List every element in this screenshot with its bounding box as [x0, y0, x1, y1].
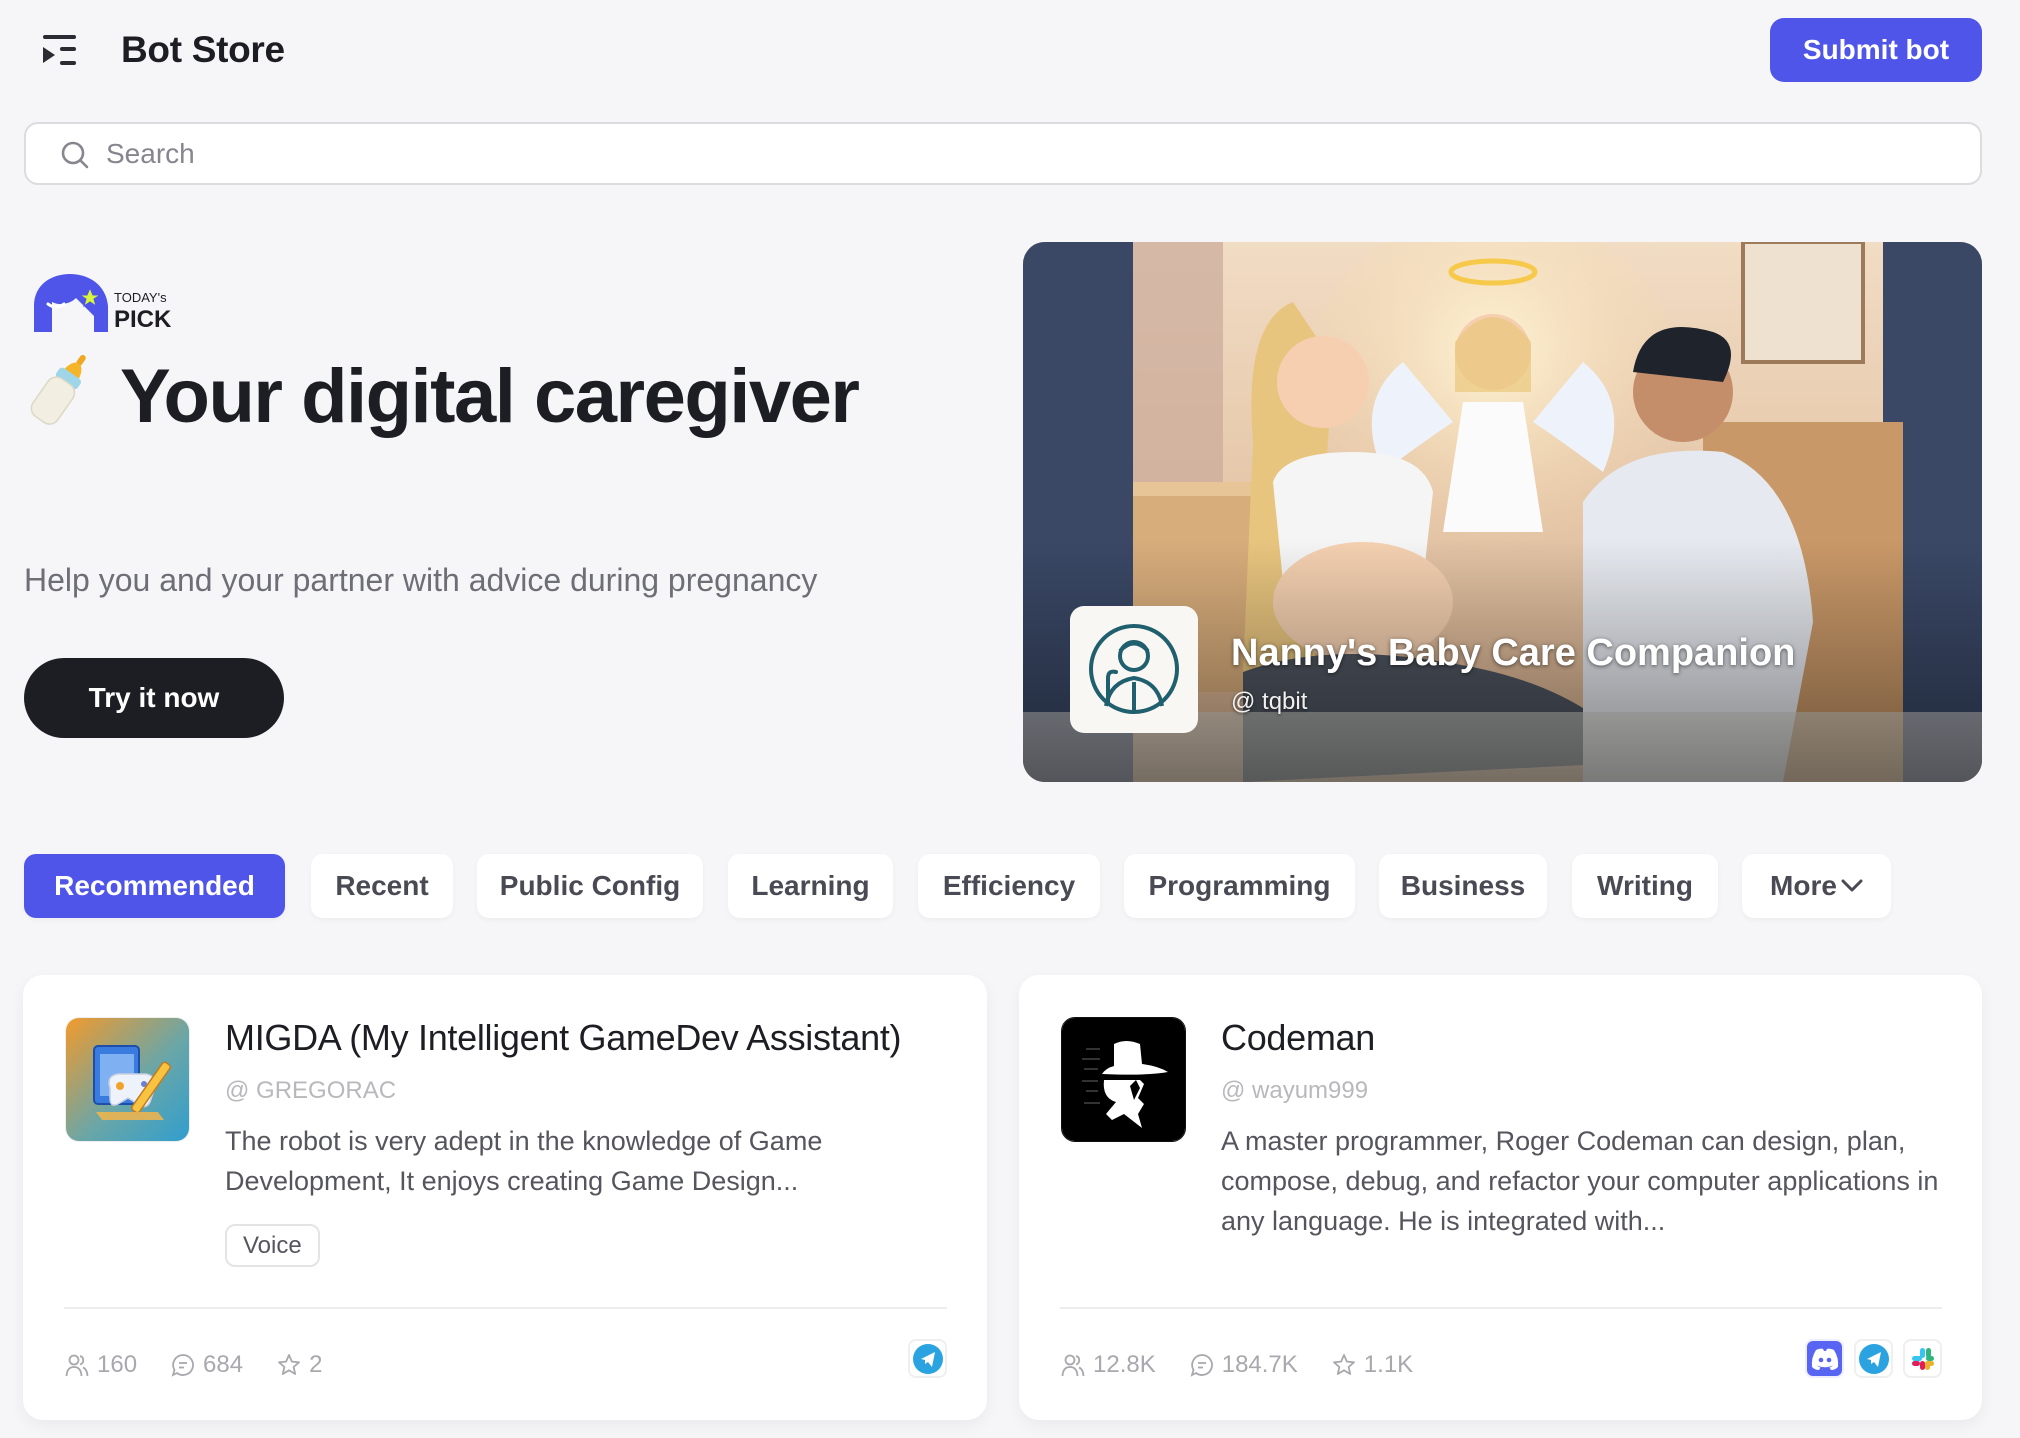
bot-stats: 12.8K 184.7K 1.1K [1061, 1349, 1447, 1381]
messages-count: 684 [203, 1351, 244, 1378]
bot-name[interactable]: Codeman [1221, 1017, 1375, 1059]
submit-bot-button[interactable]: Submit bot [1770, 18, 1982, 82]
star-icon [278, 1354, 300, 1375]
sidebar-toggle-button[interactable] [36, 30, 82, 72]
bot-platforms [908, 1339, 947, 1378]
featured-bot-handle-text: tqbit [1262, 688, 1308, 715]
try-it-now-button[interactable]: Try it now [24, 658, 284, 738]
tab-recent[interactable]: Recent [311, 854, 453, 918]
at-icon: @ [1231, 688, 1263, 715]
telegram-icon [912, 1343, 943, 1374]
telegram-icon [1858, 1343, 1889, 1374]
nanny-avatar-icon [1089, 624, 1179, 714]
stars-count: 1.1K [1363, 1351, 1414, 1378]
discord-icon [1811, 1348, 1838, 1370]
card-divider [1060, 1307, 1942, 1309]
codeman-avatar-icon [1062, 1018, 1185, 1141]
tab-more-label: More [1770, 870, 1837, 901]
users-icon [1061, 1354, 1085, 1377]
chevron-down-icon [1841, 879, 1863, 892]
messages-stat: 684 [171, 1351, 243, 1379]
at-icon: @ [225, 1077, 257, 1104]
todays-pick-line1: TODAY's [114, 290, 167, 305]
tab-public-config[interactable]: Public Config [477, 854, 703, 918]
stars-count: 2 [309, 1351, 323, 1378]
tab-business[interactable]: Business [1379, 854, 1547, 918]
tab-learning[interactable]: Learning [728, 854, 893, 918]
tab-recommended[interactable]: Recommended [24, 854, 285, 918]
bot-stats: 160 684 2 [65, 1349, 356, 1381]
tab-programming[interactable]: Programming [1124, 854, 1355, 918]
menu-expand-icon [43, 35, 76, 65]
at-icon: @ [1221, 1077, 1253, 1104]
bot-handle[interactable]: @ wayum999 [1221, 1077, 1368, 1105]
bot-handle-text: GREGORAC [256, 1077, 397, 1104]
todays-pick-logo-icon: TODAY's PICK [34, 274, 172, 333]
page-title: Bot Store [121, 29, 285, 70]
baby-bottle-icon [24, 350, 104, 430]
hero-title-text: Your digital caregiver [120, 354, 860, 439]
chat-bubble-icon [1190, 1354, 1213, 1377]
stars-stat: 1.1K [1332, 1351, 1413, 1379]
tab-writing[interactable]: Writing [1572, 854, 1718, 918]
users-icon [65, 1354, 89, 1377]
search-bar[interactable] [24, 122, 1982, 185]
bot-card[interactable]: Codeman @ wayum999 A master programmer, … [1019, 975, 1982, 1420]
tab-efficiency[interactable]: Efficiency [918, 854, 1100, 918]
featured-bot-name: Nanny's Baby Care Companion [1231, 632, 1796, 674]
users-stat: 160 [65, 1351, 137, 1379]
bot-name[interactable]: MIGDA (My Intelligent GameDev Assistant) [225, 1017, 902, 1059]
bot-platforms [1805, 1339, 1942, 1378]
messages-stat: 184.7K [1190, 1351, 1298, 1379]
bot-card[interactable]: MIGDA (My Intelligent GameDev Assistant)… [23, 975, 987, 1420]
featured-bot-banner[interactable]: Nanny's Baby Care Companion @ tqbit [1023, 242, 1982, 782]
hero-subtitle: Help you and your partner with advice du… [24, 562, 818, 598]
todays-pick-badge: TODAY's PICK [30, 272, 180, 334]
gamedev-avatar-icon [66, 1018, 189, 1141]
discord-platform[interactable] [1805, 1339, 1844, 1378]
bot-avatar [65, 1017, 190, 1142]
featured-bot-handle: @ tqbit [1231, 688, 1307, 716]
slack-platform[interactable] [1903, 1339, 1942, 1378]
messages-count: 184.7K [1221, 1351, 1298, 1378]
bot-avatar [1061, 1017, 1186, 1142]
bot-handle[interactable]: @ GREGORAC [225, 1077, 396, 1105]
stars-stat: 2 [277, 1351, 322, 1379]
users-count: 160 [97, 1351, 138, 1378]
telegram-platform[interactable] [908, 1339, 947, 1378]
bot-description: The robot is very adept in the knowledge… [225, 1126, 823, 1196]
tab-more[interactable]: More [1742, 854, 1891, 918]
star-icon [1332, 1354, 1355, 1375]
search-icon [61, 141, 89, 169]
slack-icon [1911, 1347, 1934, 1370]
bot-handle-text: wayum999 [1252, 1077, 1369, 1104]
users-stat: 12.8K [1061, 1351, 1156, 1379]
bot-tag[interactable]: Voice [225, 1224, 320, 1267]
hero-title: Your digital caregiver [24, 350, 924, 444]
todays-pick-line2: PICK [114, 306, 172, 333]
users-count: 12.8K [1093, 1351, 1156, 1378]
bot-description: A master programmer, Roger Codeman can d… [1221, 1126, 1939, 1236]
chat-bubble-icon [171, 1354, 194, 1377]
search-input[interactable] [106, 132, 1906, 176]
telegram-platform[interactable] [1854, 1339, 1893, 1378]
card-divider [64, 1307, 947, 1309]
featured-bot-avatar [1070, 606, 1198, 733]
